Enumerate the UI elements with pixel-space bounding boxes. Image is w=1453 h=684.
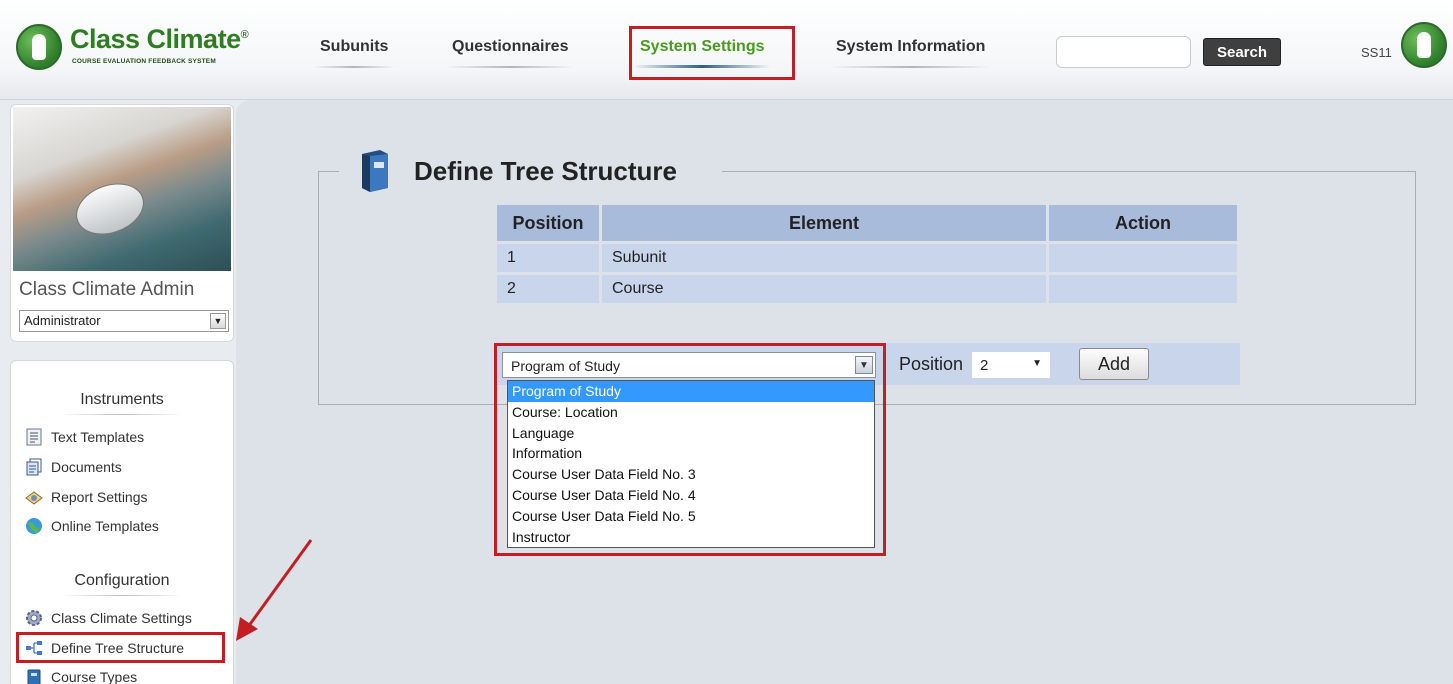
column-header-action: Action — [1049, 205, 1237, 241]
role-select[interactable]: Administrator ▼ — [19, 310, 229, 332]
sidebar-item-report-settings[interactable]: Report Settings — [25, 486, 225, 508]
sidebar-item-label: Course Types — [51, 669, 138, 684]
instruments-heading: Instruments — [11, 391, 233, 415]
search-button[interactable]: Search — [1203, 38, 1281, 66]
page-title: Define Tree Structure — [414, 156, 677, 186]
position-label: Position — [899, 354, 964, 374]
position-select[interactable]: 2 ▼ — [972, 352, 1050, 378]
profile-name: Class Climate Admin — [19, 279, 195, 300]
table-row: 1 Subunit — [497, 244, 1237, 272]
sidebar-item-label: Online Templates — [51, 518, 159, 534]
sidebar-item-online-templates[interactable]: Online Templates — [25, 515, 225, 537]
sidebar-item-class-climate-settings[interactable]: Class Climate Settings — [25, 607, 225, 629]
report-settings-icon — [25, 491, 43, 505]
user-avatar-icon[interactable] — [1401, 22, 1447, 68]
annotation-arrow — [236, 539, 313, 641]
online-templates-icon — [26, 518, 42, 534]
cell-position: 2 — [497, 275, 599, 303]
documents-icon — [26, 458, 42, 476]
nav-subunits[interactable]: Subunits — [313, 38, 395, 68]
user-code: SS11 — [1361, 45, 1392, 60]
position-select-value: 2 — [980, 357, 989, 374]
column-header-element: Element — [602, 205, 1046, 241]
cell-element: Course — [602, 275, 1046, 303]
class-climate-logo[interactable]: Class Climate® COURSE EVALUATION FEEDBAC… — [16, 22, 256, 72]
logo-globe-icon — [16, 24, 62, 70]
cell-element: Subunit — [602, 244, 1046, 272]
sidebar-item-label: Report Settings — [51, 489, 148, 505]
cell-position: 1 — [497, 244, 599, 272]
brand-name: Class Climate — [70, 24, 241, 54]
configuration-heading: Configuration — [11, 572, 233, 596]
add-button[interactable]: Add — [1079, 348, 1149, 380]
sidebar-item-label: Documents — [51, 459, 122, 475]
column-header-position: Position — [497, 205, 599, 241]
system-settings-highlight-box — [629, 26, 795, 80]
course-types-icon — [27, 669, 41, 684]
text-templates-icon — [26, 428, 42, 446]
course-book-icon — [362, 150, 388, 192]
nav-questionnaires[interactable]: Questionnaires — [445, 38, 575, 68]
profile-photo — [13, 107, 231, 271]
sidebar-item-label: Text Templates — [51, 429, 145, 445]
cell-action — [1049, 244, 1237, 272]
sidebar-item-documents[interactable]: Documents — [25, 456, 225, 478]
table-header-row: Position Element Action — [497, 205, 1237, 241]
sidebar-item-course-types[interactable]: Course Types — [25, 666, 225, 684]
brand-registered: ® — [240, 29, 249, 41]
brand-tagline: COURSE EVALUATION FEEDBACK SYSTEM — [72, 58, 216, 65]
cell-action — [1049, 275, 1237, 303]
role-select-value: Administrator — [24, 313, 101, 328]
sidebar-item-text-templates[interactable]: Text Templates — [25, 426, 225, 448]
profile-panel: Class Climate Admin Administrator ▼ — [10, 104, 234, 342]
top-header: Class Climate® COURSE EVALUATION FEEDBAC… — [0, 0, 1453, 100]
tree-structure-table: Position Element Action 1 Subunit 2 Cour… — [494, 202, 1240, 306]
dropdown-highlight-box — [494, 343, 886, 556]
chevron-down-icon[interactable]: ▼ — [210, 313, 226, 329]
chevron-down-icon[interactable]: ▼ — [1032, 358, 1042, 369]
nav-system-information[interactable]: System Information — [829, 38, 992, 68]
define-tree-structure-highlight-box — [16, 632, 225, 663]
gear-icon — [26, 610, 42, 626]
table-row: 2 Course — [497, 275, 1237, 303]
sidebar-item-label: Class Climate Settings — [51, 610, 192, 626]
computer-mouse-image — [68, 174, 152, 244]
search-input[interactable] — [1056, 36, 1191, 68]
